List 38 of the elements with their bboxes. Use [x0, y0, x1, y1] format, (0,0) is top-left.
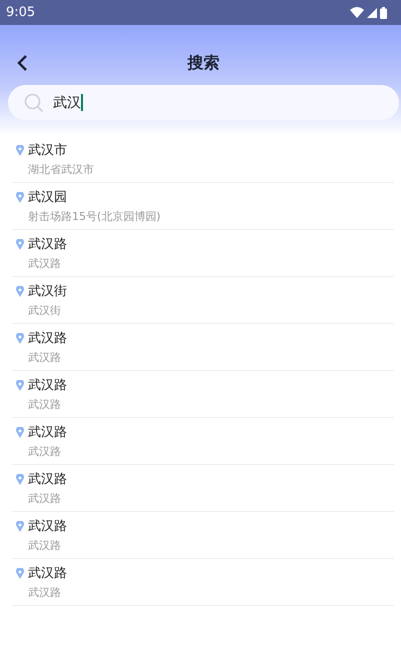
- place-address: 武汉路: [27, 538, 62, 553]
- location-pin-icon: [16, 426, 24, 438]
- place-name[interactable]: 武汉路: [28, 329, 67, 347]
- place-address: 武汉街: [27, 303, 62, 318]
- location-pin-icon: [16, 520, 24, 532]
- page-title: 搜索: [188, 52, 220, 74]
- place-address: 武汉路: [27, 444, 62, 459]
- place-address: 武汉路: [27, 491, 62, 506]
- search-icon: [24, 92, 44, 112]
- place-address: 湖北省武汉市: [27, 162, 95, 177]
- location-pin-icon: [16, 192, 24, 202]
- place-address: 武汉路: [27, 350, 62, 365]
- place-name[interactable]: 武汉路: [28, 235, 67, 253]
- place-address: 武汉路: [27, 397, 62, 412]
- place-name[interactable]: 武汉路: [28, 517, 67, 535]
- battery-icon: [380, 6, 387, 18]
- location-pin-icon: [16, 332, 24, 344]
- place-name[interactable]: 武汉路: [28, 564, 67, 582]
- place-name[interactable]: 武汉路: [28, 376, 67, 394]
- location-pin-icon: [16, 144, 24, 156]
- place-name[interactable]: 武汉园: [28, 188, 67, 206]
- location-pin-icon: [16, 568, 24, 578]
- wifi-icon: [350, 7, 364, 18]
- place-address: 武汉路: [27, 585, 62, 600]
- place-name[interactable]: 武汉路: [28, 470, 67, 488]
- location-pin-icon: [16, 380, 24, 390]
- place-name[interactable]: 武汉路: [28, 423, 67, 441]
- location-pin-icon: [16, 474, 24, 484]
- signal-icon: [367, 8, 377, 18]
- search-field[interactable]: 武汉: [8, 85, 399, 120]
- place-address: 武汉路: [27, 256, 62, 271]
- location-pin-icon: [16, 286, 24, 296]
- place-name[interactable]: 武汉街: [28, 282, 67, 300]
- place-name[interactable]: 武汉市: [28, 141, 67, 159]
- location-pin-icon: [16, 238, 24, 250]
- place-address: 射击场路15号(北京园博园): [27, 209, 162, 224]
- back-icon[interactable]: [16, 54, 28, 72]
- clock-time: 9:05: [6, 5, 36, 20]
